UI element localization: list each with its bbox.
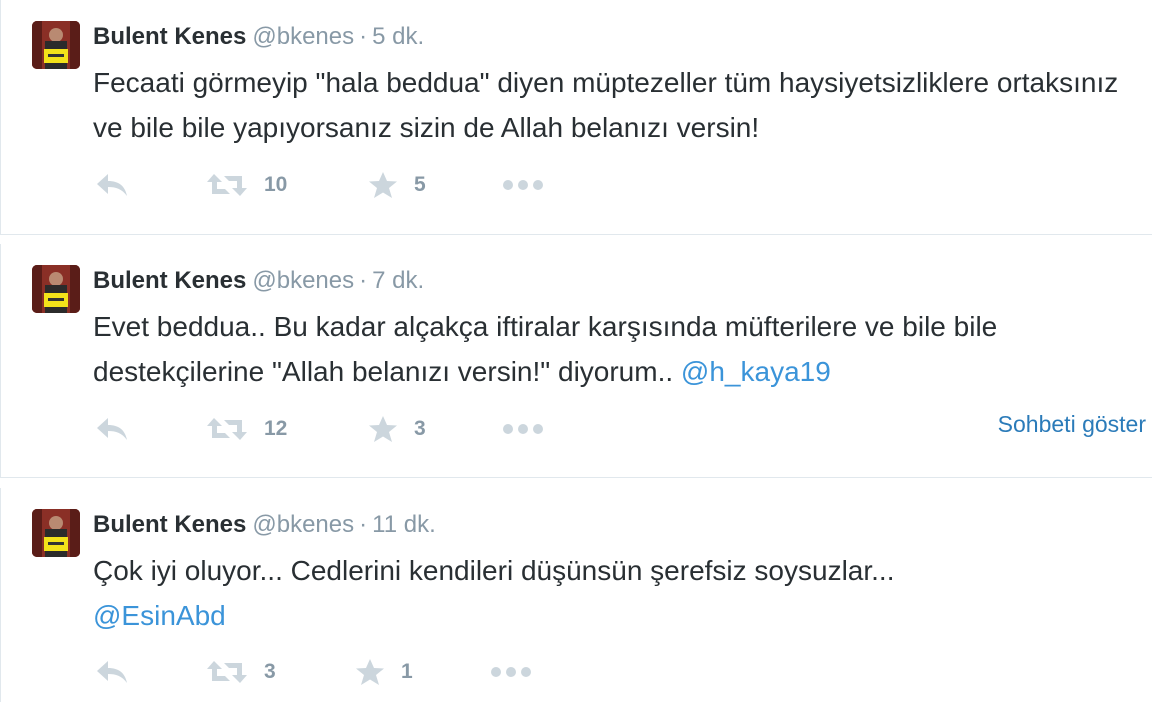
show-conversation-link[interactable]: Sohbeti göster: [998, 411, 1146, 438]
favorite-count: 5: [414, 173, 426, 196]
star-icon: [369, 172, 397, 198]
reply-icon: [97, 661, 127, 683]
more-button[interactable]: [490, 654, 534, 690]
retweet-button[interactable]: 3: [206, 654, 276, 690]
reply-button[interactable]: [95, 167, 129, 203]
header-separator: ·: [359, 511, 368, 538]
author-name[interactable]: Bulent Kenes: [93, 267, 246, 294]
retweet-button[interactable]: 10: [206, 167, 287, 203]
tweet-divider: [0, 234, 1152, 235]
tweet-divider: [0, 477, 1152, 478]
tweet-header: Bulent Kenes @bkenes · 5 dk.: [93, 20, 424, 54]
tweet-body: Evet beddua.. Bu kadar alçakça iftiralar…: [93, 311, 998, 387]
tweet[interactable]: Bulent Kenes @bkenes · 7 dk. Evet beddua.. …: [0, 244, 1152, 477]
reply-icon: [97, 174, 127, 196]
tweet-body: Çok iyi oluyor... Cedlerini kendileri dü…: [93, 555, 895, 586]
tweet-text: Çok iyi oluyor... Cedlerini kendileri dü…: [93, 548, 1138, 638]
favorite-count: 1: [401, 660, 413, 683]
timestamp[interactable]: 11 dk.: [372, 511, 436, 538]
retweet-count: 12: [264, 417, 288, 440]
more-icon: [491, 667, 531, 677]
more-icon: [503, 424, 543, 434]
avatar-image: [32, 509, 80, 557]
retweet-icon: [207, 174, 247, 196]
avatar-image: [32, 265, 80, 313]
tweet-body: Fecaati görmeyip "hala beddua" diyen müp…: [93, 67, 1119, 143]
retweet-count: 10: [264, 173, 288, 196]
avatar[interactable]: [32, 21, 80, 69]
tweet-header: Bulent Kenes @bkenes · 7 dk.: [93, 264, 424, 298]
favorite-button[interactable]: 5: [368, 167, 426, 203]
retweet-button[interactable]: 12: [206, 411, 287, 447]
favorite-count: 3: [414, 417, 426, 440]
reply-button[interactable]: [95, 411, 129, 447]
more-button[interactable]: [502, 167, 546, 203]
reply-button[interactable]: [95, 654, 129, 690]
star-icon: [369, 416, 397, 442]
tweet-text: Evet beddua.. Bu kadar alçakça iftiralar…: [93, 304, 1138, 394]
favorite-button[interactable]: 1: [355, 654, 413, 690]
tweet[interactable]: Bulent Kenes @bkenes · 11 dk. Çok iyi oluyo…: [0, 488, 1152, 702]
more-icon: [503, 180, 543, 190]
timestamp[interactable]: 7 dk.: [372, 267, 424, 294]
timestamp[interactable]: 5 dk.: [372, 23, 424, 50]
avatar[interactable]: [32, 509, 80, 557]
author-name[interactable]: Bulent Kenes: [93, 23, 246, 50]
retweet-icon: [207, 418, 247, 440]
tweet-header: Bulent Kenes @bkenes · 11 dk.: [93, 508, 436, 542]
author-handle[interactable]: @bkenes: [252, 267, 354, 294]
author-handle[interactable]: @bkenes: [252, 23, 354, 50]
avatar-image: [32, 21, 80, 69]
star-icon: [356, 659, 384, 685]
reply-icon: [97, 418, 127, 440]
more-button[interactable]: [502, 411, 546, 447]
retweet-icon: [207, 661, 247, 683]
mention-link[interactable]: @h_kaya19: [681, 356, 831, 387]
author-handle[interactable]: @bkenes: [252, 511, 354, 538]
author-name[interactable]: Bulent Kenes: [93, 511, 246, 538]
mention-link[interactable]: @EsinAbd: [93, 600, 226, 631]
header-separator: ·: [359, 267, 368, 294]
avatar[interactable]: [32, 265, 80, 313]
retweet-count: 3: [264, 660, 276, 683]
favorite-button[interactable]: 3: [368, 411, 426, 447]
tweet-text: Fecaati görmeyip "hala beddua" diyen müp…: [93, 60, 1138, 150]
tweet[interactable]: Bulent Kenes @bkenes · 5 dk. Fecaati görmey…: [0, 0, 1152, 235]
header-separator: ·: [359, 23, 368, 50]
